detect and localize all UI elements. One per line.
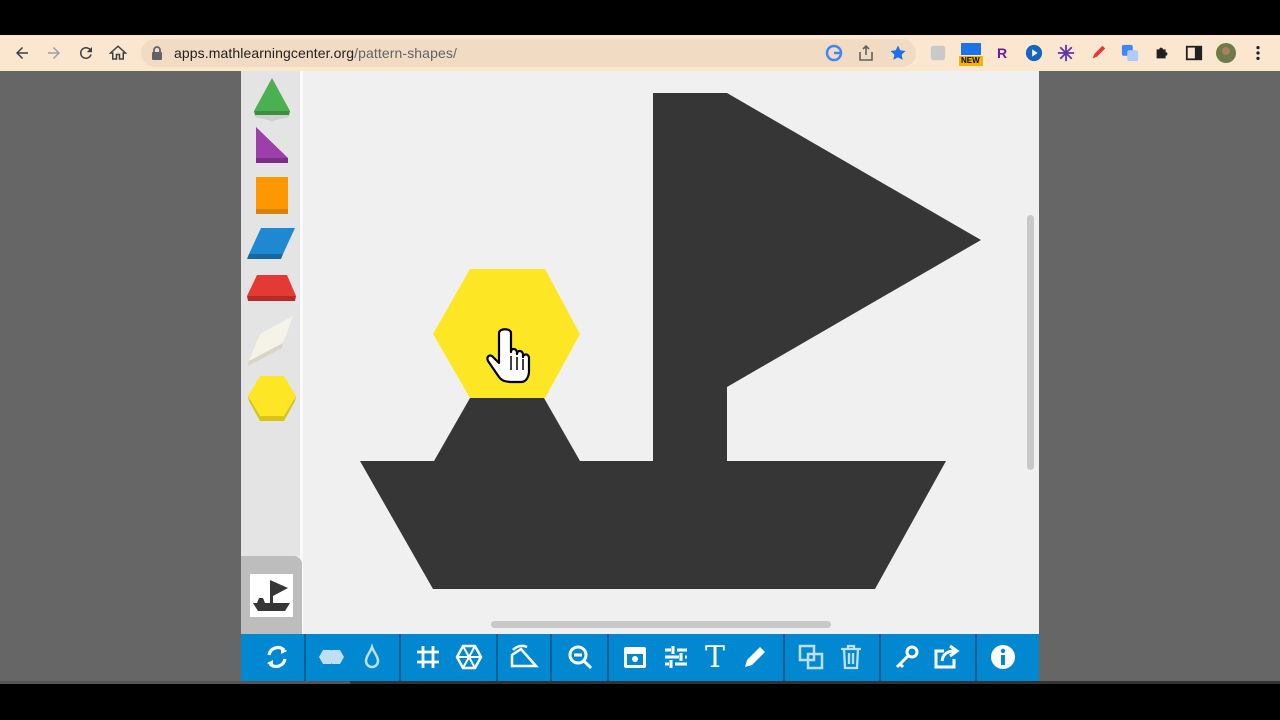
- info-button[interactable]: [986, 640, 1020, 674]
- key-icon: [895, 645, 919, 669]
- right-triangle-shape[interactable]: [256, 127, 288, 163]
- kebab-menu-icon: [1256, 45, 1260, 61]
- puzzle-gray-icon: [930, 45, 946, 61]
- vertical-scrollbar[interactable]: [1027, 215, 1034, 470]
- drop-icon: [364, 643, 380, 669]
- reload-icon: [79, 46, 92, 59]
- share-button[interactable]: [930, 640, 964, 674]
- toolbar-divider: [975, 634, 977, 681]
- puzzle-icon: [1156, 47, 1168, 59]
- shape-palette: [241, 71, 302, 556]
- r-extension[interactable]: R: [992, 43, 1012, 63]
- puzzle-canvas: [360, 93, 981, 589]
- key-button[interactable]: [890, 640, 924, 674]
- trash-icon: [841, 644, 861, 670]
- home-button[interactable]: [105, 40, 131, 66]
- bookmark-star-icon[interactable]: [889, 44, 907, 62]
- reload-button[interactable]: [73, 40, 99, 66]
- text-tool-label: T: [704, 639, 725, 675]
- toolbar-divider: [783, 634, 785, 681]
- toolbar-divider: [399, 634, 401, 681]
- pen-button[interactable]: [738, 640, 772, 674]
- share-page-icon[interactable]: [857, 44, 875, 62]
- share-icon: [934, 644, 960, 669]
- toolbar-divider: [496, 634, 498, 681]
- adjust-button[interactable]: [659, 640, 693, 674]
- duplicate-button[interactable]: [794, 640, 828, 674]
- hex-grid-icon: [455, 644, 483, 670]
- url-path: /pattern-shapes/: [354, 45, 457, 61]
- avatar-icon: [1216, 43, 1236, 63]
- zoom-out-button[interactable]: [563, 640, 597, 674]
- toolbar-divider: [304, 634, 306, 681]
- lock-icon: [152, 46, 162, 60]
- extension-generic[interactable]: [928, 43, 948, 63]
- duplicate-icon: [798, 644, 824, 670]
- grid-button[interactable]: [411, 640, 445, 674]
- play-extension[interactable]: [1024, 43, 1044, 63]
- new-badge-extension[interactable]: NEW: [958, 41, 984, 67]
- arrow-left-icon: [16, 47, 28, 59]
- hexagon-shape[interactable]: [248, 376, 296, 421]
- text-button[interactable]: T: [698, 639, 732, 675]
- sparkle-icon: [1057, 44, 1075, 62]
- side-panel-icon: [1185, 45, 1203, 61]
- triangle-shape[interactable]: [254, 78, 290, 121]
- delete-button[interactable]: [834, 640, 868, 674]
- translate-extension[interactable]: [1120, 43, 1140, 63]
- video-bottom-bar: [0, 683, 1280, 720]
- thin-rhombus-shape[interactable]: [248, 316, 293, 366]
- palette-shapes: [247, 78, 296, 421]
- pencil-icon: [745, 647, 765, 667]
- url-domain: apps.mathlearningcenter.org: [174, 45, 355, 61]
- refresh-button[interactable]: [260, 640, 294, 674]
- shapes-button[interactable]: [315, 640, 349, 674]
- toolbar-divider: [607, 634, 609, 681]
- square-shape[interactable]: [256, 177, 288, 214]
- boat-thumbnail-icon: [253, 580, 290, 611]
- pen-extension[interactable]: [1088, 43, 1108, 63]
- info-icon: [991, 645, 1015, 669]
- play-circle-icon: [1025, 44, 1043, 62]
- color-button[interactable]: [355, 640, 389, 674]
- r-label: R: [996, 45, 1008, 61]
- rotate-icon: [510, 644, 539, 668]
- image-button[interactable]: [618, 640, 652, 674]
- forward-button[interactable]: [41, 40, 67, 66]
- refresh-icon: [267, 645, 287, 669]
- extensions-menu-button[interactable]: [1152, 43, 1172, 63]
- video-top-bar: [0, 0, 1280, 35]
- zoom-out-icon: [568, 645, 593, 670]
- home-icon: [109, 45, 127, 60]
- image-icon: [624, 647, 646, 668]
- toolbar-divider: [550, 634, 552, 681]
- rhombus-shape[interactable]: [247, 228, 295, 259]
- side-panel-button[interactable]: [1184, 43, 1204, 63]
- translate-icon: [1121, 44, 1139, 62]
- video-progress-fill: [0, 681, 350, 684]
- snap-button[interactable]: [452, 640, 486, 674]
- trapezoid-shape[interactable]: [247, 275, 296, 301]
- rotate-button[interactable]: [507, 640, 541, 674]
- chrome-menu-button[interactable]: [1248, 43, 1268, 63]
- new-badge-label: NEW: [961, 56, 980, 65]
- sparkle-extension[interactable]: [1056, 43, 1076, 63]
- grid-icon: [417, 646, 439, 668]
- red-pen-icon: [1092, 45, 1106, 59]
- url-text[interactable]: apps.mathlearningcenter.org/pattern-shap…: [174, 45, 457, 61]
- sliders-icon: [665, 646, 687, 668]
- profile-avatar[interactable]: [1216, 43, 1236, 63]
- back-button[interactable]: [9, 40, 35, 66]
- toolbar-divider: [879, 634, 881, 681]
- work-canvas[interactable]: [303, 71, 1039, 634]
- boat-puzzle-thumbnail[interactable]: [250, 574, 293, 617]
- arrow-right-icon: [48, 47, 60, 59]
- hexagons-icon: [319, 650, 344, 664]
- horizontal-scrollbar[interactable]: [491, 621, 831, 628]
- google-lens-icon[interactable]: [825, 44, 843, 62]
